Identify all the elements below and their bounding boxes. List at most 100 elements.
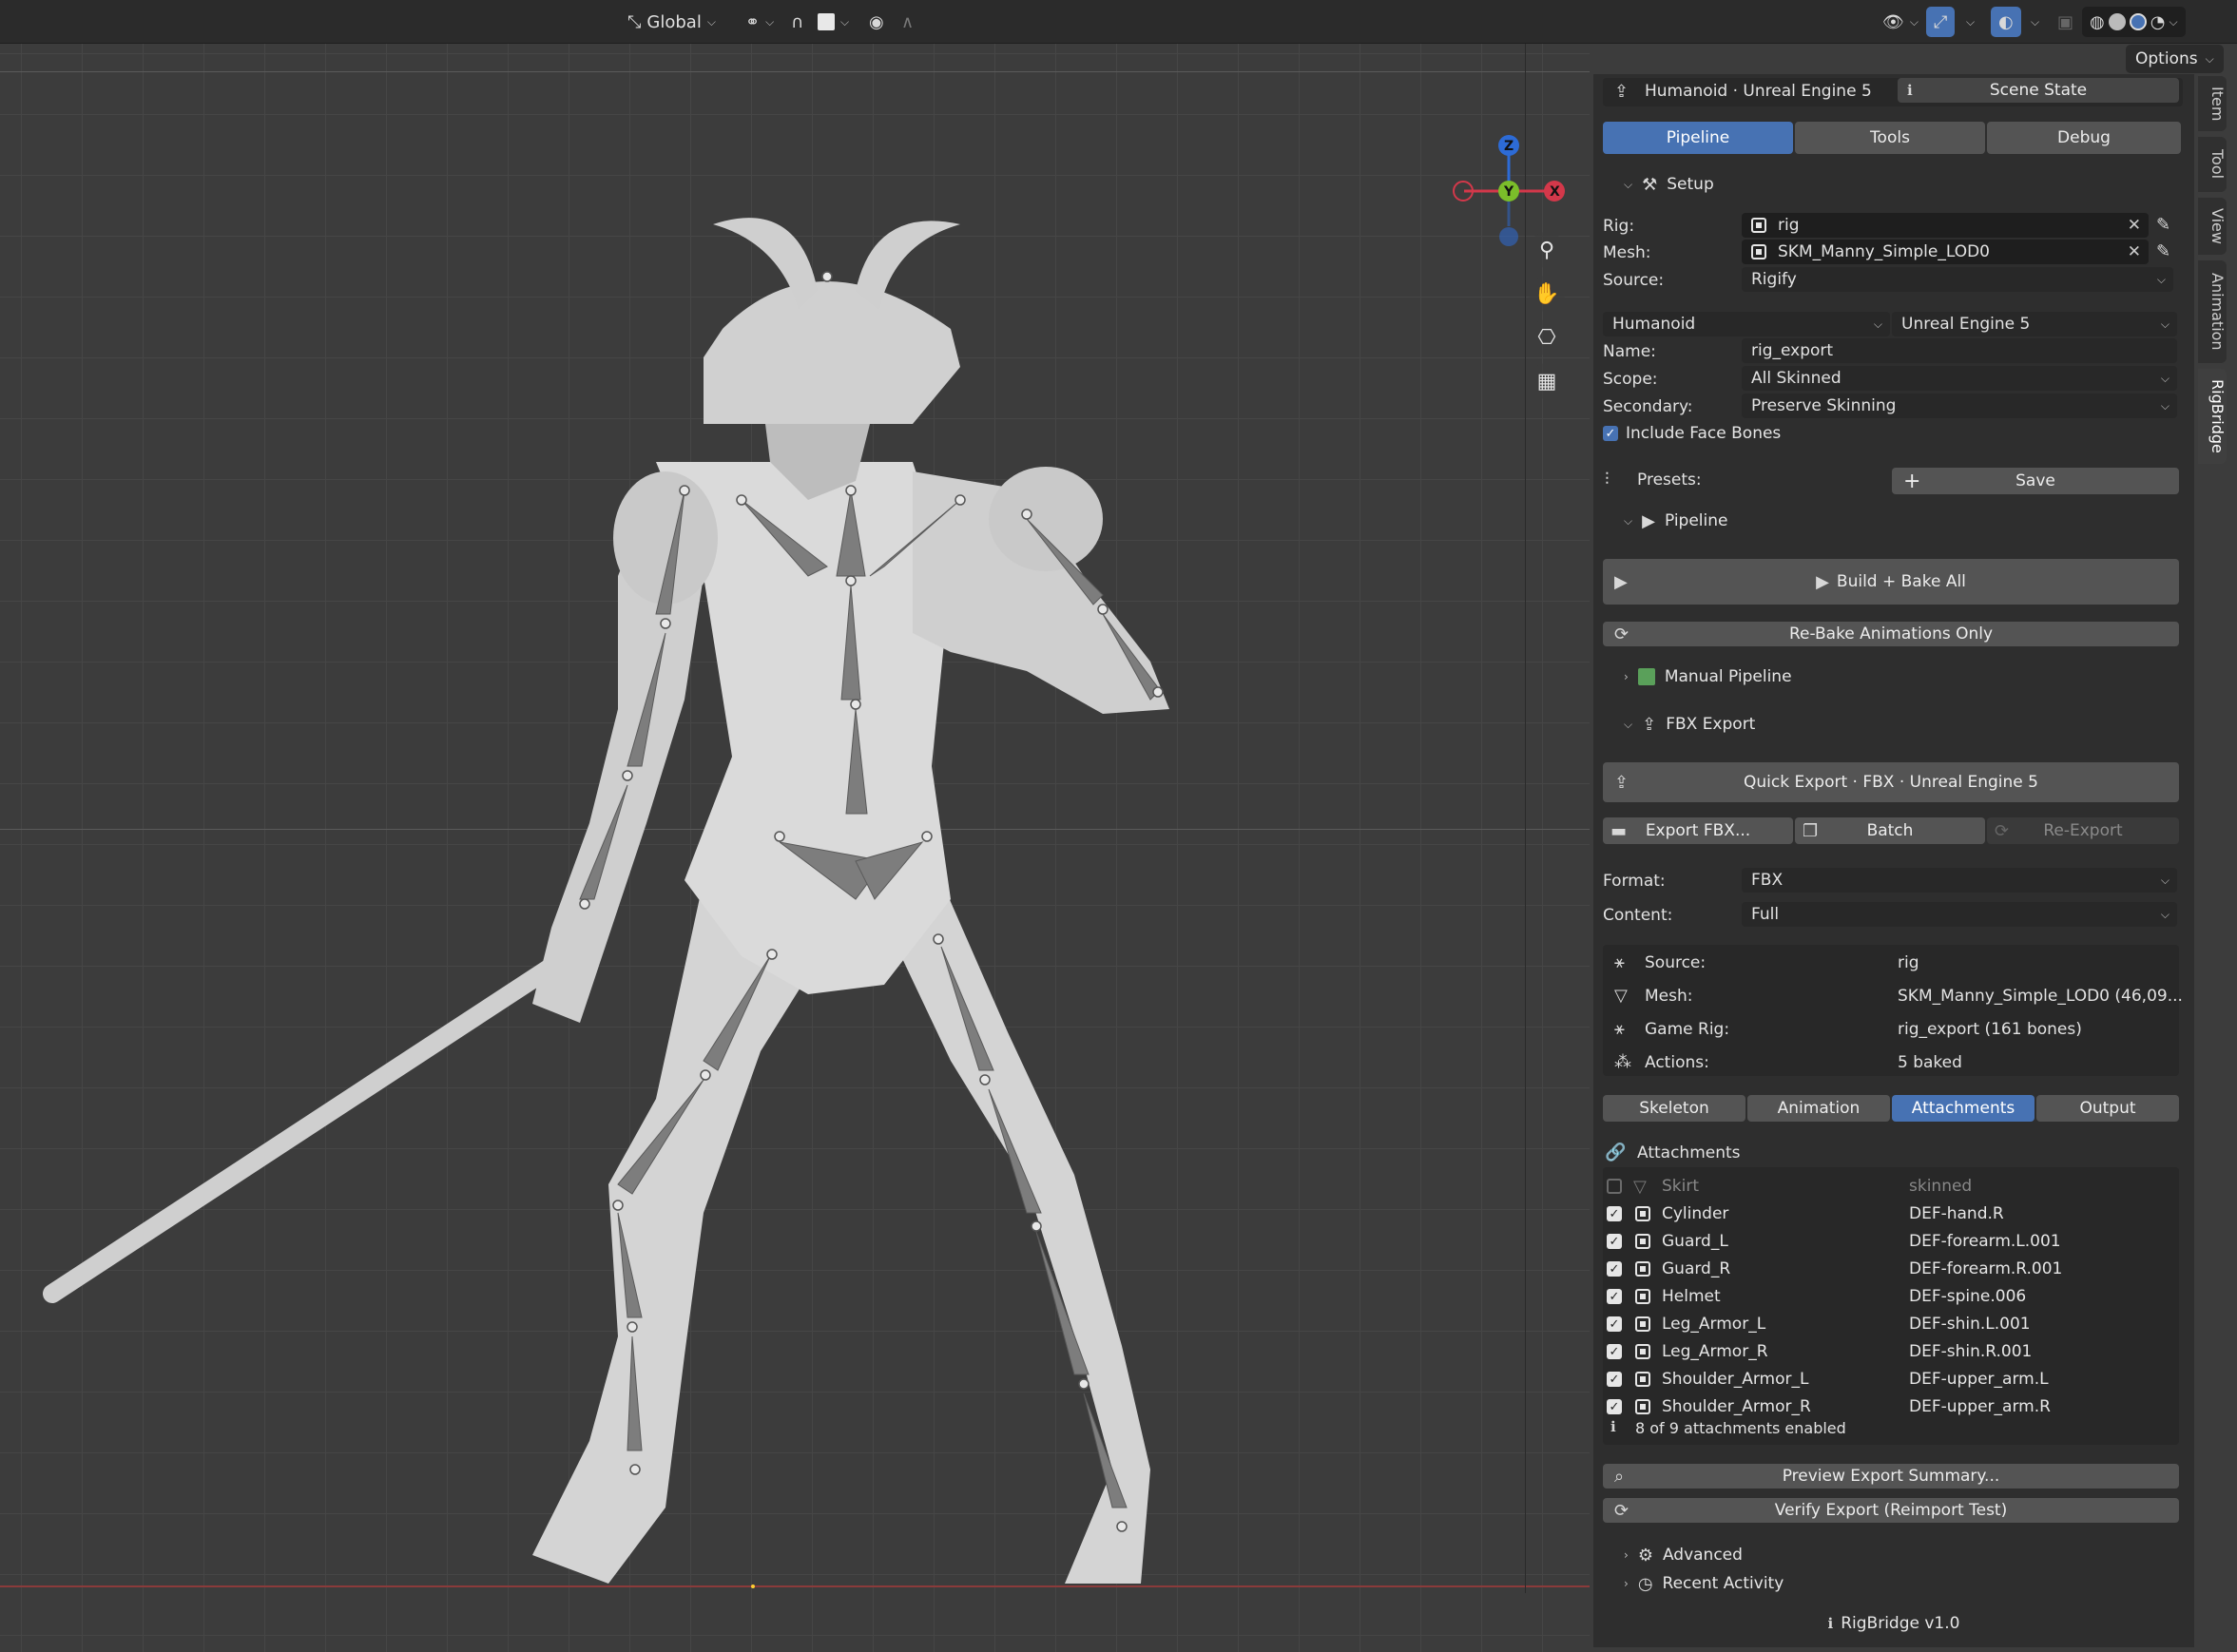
tab-tool[interactable]: Tool: [2198, 137, 2227, 192]
character-model[interactable]: Z Y X: [0, 44, 1590, 1652]
3d-viewport[interactable]: Z Y X ⚲ ✋ ⎔ ▦: [0, 44, 1590, 1652]
list-item[interactable]: ✓ Shoulder_Armor_L DEF-upper_arm.L: [1607, 1366, 2177, 1393]
checkbox-checked-icon[interactable]: ✓: [1607, 1344, 1622, 1359]
export-icon: ⇪: [1642, 714, 1657, 735]
eyedropper-icon[interactable]: ✎: [2156, 241, 2170, 261]
xray-toggle[interactable]: ▣: [2050, 7, 2081, 37]
pan-hand-icon[interactable]: ✋: [1529, 276, 1565, 312]
checkbox-checked-icon[interactable]: ✓: [1607, 1289, 1622, 1304]
fbx-export-section-header[interactable]: ⌵ ⇪ FBX Export: [1593, 707, 2194, 741]
checkbox-checked-icon[interactable]: ✓: [1607, 1234, 1622, 1249]
attachment-bone: DEF-shin.L.001: [1909, 1315, 2031, 1334]
transform-orientation-dropdown[interactable]: ⤡ Global ⌵: [620, 7, 723, 37]
recent-activity-section-header[interactable]: › ◷ Recent Activity: [1593, 1570, 2194, 1597]
info-icon: ℹ: [1827, 1615, 1834, 1632]
options-dropdown[interactable]: Options ⌵: [2126, 45, 2224, 73]
advanced-section-header[interactable]: › ⚙ Advanced: [1593, 1542, 2194, 1568]
checkbox-checked-icon[interactable]: ✓: [1607, 1372, 1622, 1387]
name-input[interactable]: rig_export: [1742, 338, 2177, 363]
overlays-dropdown[interactable]: ⌵: [2023, 7, 2047, 37]
subtab-output[interactable]: Output: [2036, 1095, 2179, 1122]
tab-view[interactable]: View: [2198, 198, 2227, 255]
scope-dropdown[interactable]: All Skinned ⌵: [1742, 366, 2177, 391]
checkbox-checked-icon[interactable]: ✓: [1607, 1399, 1622, 1414]
clear-icon[interactable]: ✕: [2128, 216, 2141, 235]
tab-rigbridge[interactable]: RigBridge: [2198, 369, 2227, 464]
list-item[interactable]: ✓ Shoulder_Armor_R DEF-upper_arm.R: [1607, 1393, 2177, 1420]
list-item[interactable]: ✓ Guard_R DEF-forearm.R.001: [1607, 1256, 2177, 1282]
rendered-icon[interactable]: ◔: [2150, 12, 2166, 32]
verify-export-button[interactable]: ⟳ Verify Export (Reimport Test): [1603, 1498, 2179, 1523]
build-bake-all-button[interactable]: ▶ ▶ Build + Bake All: [1603, 559, 2179, 605]
gizmo-toggle[interactable]: ⤢: [1926, 7, 1956, 37]
rebake-animations-button[interactable]: ⟳ Re-Bake Animations Only: [1603, 622, 2179, 646]
setup-section-header[interactable]: ⌵ ⚒ Setup: [1593, 167, 2194, 202]
tab-animation[interactable]: Animation: [2198, 260, 2227, 363]
grid-view-icon[interactable]: ▦: [1529, 363, 1565, 399]
mesh-field[interactable]: SKM_Manny_Simple_LOD0 ✕: [1742, 240, 2149, 264]
subtab-skeleton[interactable]: Skeleton: [1603, 1095, 1745, 1122]
checkbox-unchecked-icon[interactable]: [1607, 1179, 1622, 1194]
summary-source-label: Source:: [1645, 953, 1707, 972]
list-item[interactable]: ✓ Helmet DEF-spine.006: [1607, 1283, 2177, 1310]
axis-gizmo[interactable]: Z Y X: [1453, 135, 1565, 246]
engine-dropdown[interactable]: Unreal Engine 5 ⌵: [1892, 312, 2177, 336]
secondary-dropdown[interactable]: Preserve Skinning ⌵: [1742, 394, 2177, 418]
falloff-dropdown[interactable]: ∧: [894, 7, 921, 37]
checkbox-checked-icon[interactable]: ✓: [1607, 1206, 1622, 1221]
tab-pipeline[interactable]: Pipeline: [1603, 122, 1793, 154]
pivot-point-dropdown[interactable]: ⚭ ⌵: [738, 7, 781, 37]
preview-export-summary-button[interactable]: ⌕ Preview Export Summary...: [1603, 1464, 2179, 1489]
list-item[interactable]: ✓ Leg_Armor_R DEF-shin.R.001: [1607, 1338, 2177, 1365]
refresh-icon: ⟳: [1614, 624, 1630, 644]
rig-field[interactable]: rig ✕: [1742, 213, 2149, 238]
material-preview-icon[interactable]: [2129, 13, 2147, 30]
sword-mesh[interactable]: [43, 932, 599, 1303]
attachments-title: Attachments: [1637, 1143, 1741, 1162]
export-fbx-button[interactable]: ▬ Export FBX...: [1603, 817, 1793, 844]
checkbox-checked-icon[interactable]: ✓: [1607, 1316, 1622, 1332]
shoulder-armor-r-mesh[interactable]: [989, 467, 1103, 571]
subtab-attachments[interactable]: Attachments: [1892, 1095, 2035, 1122]
wireframe-icon[interactable]: ◍: [2090, 12, 2105, 32]
list-item[interactable]: ▽ Skirt skinned: [1607, 1173, 2177, 1200]
content-dropdown[interactable]: Full ⌵: [1742, 902, 2177, 927]
overlays-toggle[interactable]: ◐: [1991, 7, 2021, 37]
checkbox-checked-icon[interactable]: ✓: [1607, 1261, 1622, 1277]
quick-export-button[interactable]: ⇪ Quick Export · FBX · Unreal Engine 5: [1603, 762, 2179, 802]
face-bones-checkbox[interactable]: ✓ Include Face Bones: [1603, 424, 1781, 443]
batch-button[interactable]: ❐ Batch: [1795, 817, 1985, 844]
camera-icon[interactable]: ⎔: [1529, 319, 1565, 355]
pipeline-section-header[interactable]: ⌵ ▶ Pipeline: [1593, 504, 2194, 538]
manual-pipeline-header[interactable]: › Manual Pipeline: [1593, 660, 2194, 694]
subtab-animation[interactable]: Animation: [1747, 1095, 1890, 1122]
tab-debug[interactable]: Debug: [1987, 122, 2181, 154]
chevron-down-icon[interactable]: ⌵: [2169, 15, 2177, 29]
tab-item[interactable]: Item: [2198, 76, 2227, 131]
chevron-down-icon: ⌵: [1624, 513, 1633, 528]
chevron-down-icon: ⌵: [2160, 398, 2170, 413]
falloff-icon: ∧: [901, 11, 915, 32]
list-item[interactable]: ✓ Guard_L DEF-forearm.L.001: [1607, 1228, 2177, 1255]
tab-tools[interactable]: Tools: [1795, 122, 1985, 154]
source-dropdown[interactable]: Rigify ⌵: [1742, 267, 2173, 292]
format-dropdown[interactable]: FBX ⌵: [1742, 868, 2177, 893]
summary-mesh-value: SKM_Manny_Simple_LOD0 (46,09...: [1898, 987, 2183, 1006]
zoom-icon[interactable]: ⚲: [1529, 232, 1565, 268]
proportional-edit-toggle[interactable]: ◉: [861, 7, 892, 37]
scene-state-button[interactable]: ℹ Scene State: [1898, 78, 2179, 103]
snap-toggle[interactable]: ∩: [783, 7, 811, 37]
clear-icon[interactable]: ✕: [2128, 242, 2141, 261]
save-preset-button[interactable]: + Save: [1892, 468, 2179, 494]
eyedropper-icon[interactable]: ✎: [2156, 215, 2170, 235]
snap-target-dropdown[interactable]: ⌵: [810, 7, 857, 37]
reexport-button[interactable]: ⟳ Re-Export: [1987, 817, 2179, 844]
solid-icon[interactable]: [2108, 13, 2126, 30]
list-item[interactable]: ✓ Cylinder DEF-hand.R: [1607, 1201, 2177, 1227]
visibility-dropdown[interactable]: 👁 ⌵: [1875, 7, 1926, 37]
quick-export-label: Quick Export · FBX · Unreal Engine 5: [1744, 773, 2038, 792]
gizmo-dropdown[interactable]: ⌵: [1958, 7, 1982, 37]
helmet-mesh[interactable]: [704, 281, 960, 424]
profile-dropdown[interactable]: Humanoid ⌵: [1603, 312, 1890, 336]
list-item[interactable]: ✓ Leg_Armor_L DEF-shin.L.001: [1607, 1311, 2177, 1337]
